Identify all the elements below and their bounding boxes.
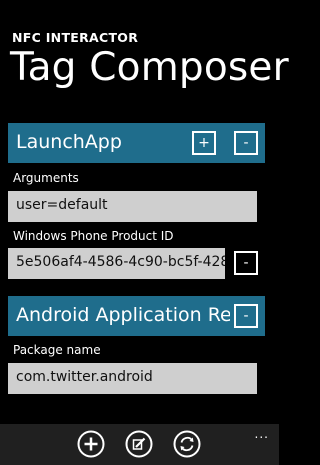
field-label-arguments: Arguments	[13, 171, 79, 185]
remove-record-button[interactable]: -	[234, 304, 258, 328]
page-title: Tag Composer	[10, 45, 289, 90]
add-field-button[interactable]: +	[192, 131, 216, 155]
record-title: LaunchApp	[16, 131, 122, 153]
app-bar: ...	[0, 424, 279, 465]
remove-field-button[interactable]: -	[234, 251, 258, 275]
edit-button[interactable]	[125, 430, 153, 458]
record-header-launchapp: LaunchApp + -	[8, 123, 265, 163]
field-label-product-id: Windows Phone Product ID	[13, 229, 174, 243]
package-name-input[interactable]: com.twitter.android	[8, 363, 257, 394]
remove-record-button[interactable]: -	[234, 131, 258, 155]
record-header-android: Android Application Reco -	[8, 296, 265, 336]
product-id-input[interactable]: 5e506af4-4586-4c90-bc5f-428	[8, 248, 225, 279]
add-icon	[77, 430, 105, 458]
add-button[interactable]	[77, 430, 105, 458]
field-label-package-name: Package name	[13, 343, 101, 357]
sync-icon	[173, 430, 201, 458]
more-options-button[interactable]: ...	[255, 427, 269, 441]
edit-icon	[125, 430, 153, 458]
sync-button[interactable]	[173, 430, 201, 458]
record-title: Android Application Reco	[16, 304, 230, 326]
arguments-input[interactable]: user=default	[8, 191, 257, 222]
app-title: NFC INTERACTOR	[12, 30, 139, 45]
